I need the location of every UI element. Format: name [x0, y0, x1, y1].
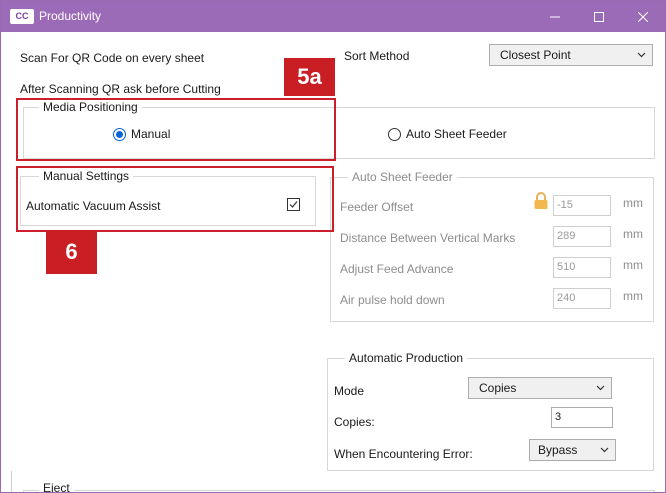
ask-before-cutting-option[interactable]: After Scanning QR ask before Cutting [20, 82, 221, 96]
sort-method-dropdown[interactable]: Closest Point [489, 44, 653, 66]
feed-advance-input[interactable]: 510 [553, 257, 611, 278]
copies-input[interactable]: 3 [551, 407, 613, 428]
error-action-value: Bypass [538, 443, 578, 457]
callout-badge-6: 6 [46, 230, 97, 274]
sort-method-value: Closest Point [500, 48, 571, 62]
eject-title: Eject [39, 481, 74, 492]
auto-sheet-feeder-radio[interactable] [388, 128, 401, 141]
feeder-offset-input[interactable]: -15 [553, 195, 611, 216]
copies-label: Copies: [334, 415, 375, 429]
mode-value: Copies [479, 381, 517, 395]
minimize-button[interactable] [533, 1, 577, 32]
maximize-button[interactable] [577, 1, 621, 32]
feeder-offset-label: Feeder Offset [340, 200, 414, 214]
automatic-production-title: Automatic Production [345, 351, 468, 365]
lock-icon [534, 192, 548, 209]
vertical-marks-label: Distance Between Vertical Marks [340, 231, 516, 245]
callout-badge-5a: 5a [284, 58, 335, 96]
chevron-down-icon [637, 52, 646, 58]
air-pulse-input[interactable]: 240 [553, 288, 611, 309]
divider [11, 471, 12, 492]
feed-advance-label: Adjust Feed Advance [340, 262, 454, 276]
maximize-icon [594, 11, 604, 22]
chevron-down-icon [600, 447, 609, 453]
close-button[interactable] [621, 1, 665, 32]
callout-box-6 [16, 166, 334, 232]
error-action-dropdown[interactable]: Bypass [529, 439, 616, 461]
vertical-marks-input[interactable]: 289 [553, 226, 611, 247]
window-title: Productivity [39, 9, 102, 23]
title-bar[interactable]: CC Productivity [1, 1, 665, 32]
scan-qr-option[interactable]: Scan For QR Code on every sheet [20, 51, 204, 65]
sort-method-label: Sort Method [344, 49, 410, 63]
air-pulse-label: Air pulse hold down [340, 293, 445, 307]
auto-sheet-feeder-radio-label[interactable]: Auto Sheet Feeder [406, 127, 507, 141]
callout-box-5a [16, 98, 336, 161]
productivity-window: CC Productivity Scan For QR Code on ever… [0, 0, 666, 493]
feeder-offset-unit: mm [623, 196, 643, 210]
air-pulse-unit: mm [623, 289, 643, 303]
mode-label: Mode [334, 384, 365, 398]
chevron-down-icon [596, 385, 605, 391]
feed-advance-unit: mm [623, 258, 643, 272]
error-label: When Encountering Error: [334, 447, 473, 461]
close-icon [638, 11, 648, 22]
auto-sheet-feeder-title: Auto Sheet Feeder [348, 170, 457, 184]
minimize-icon [550, 16, 560, 17]
app-logo-icon: CC [10, 9, 34, 24]
mode-dropdown[interactable]: Copies [468, 377, 612, 399]
vertical-marks-unit: mm [623, 227, 643, 241]
